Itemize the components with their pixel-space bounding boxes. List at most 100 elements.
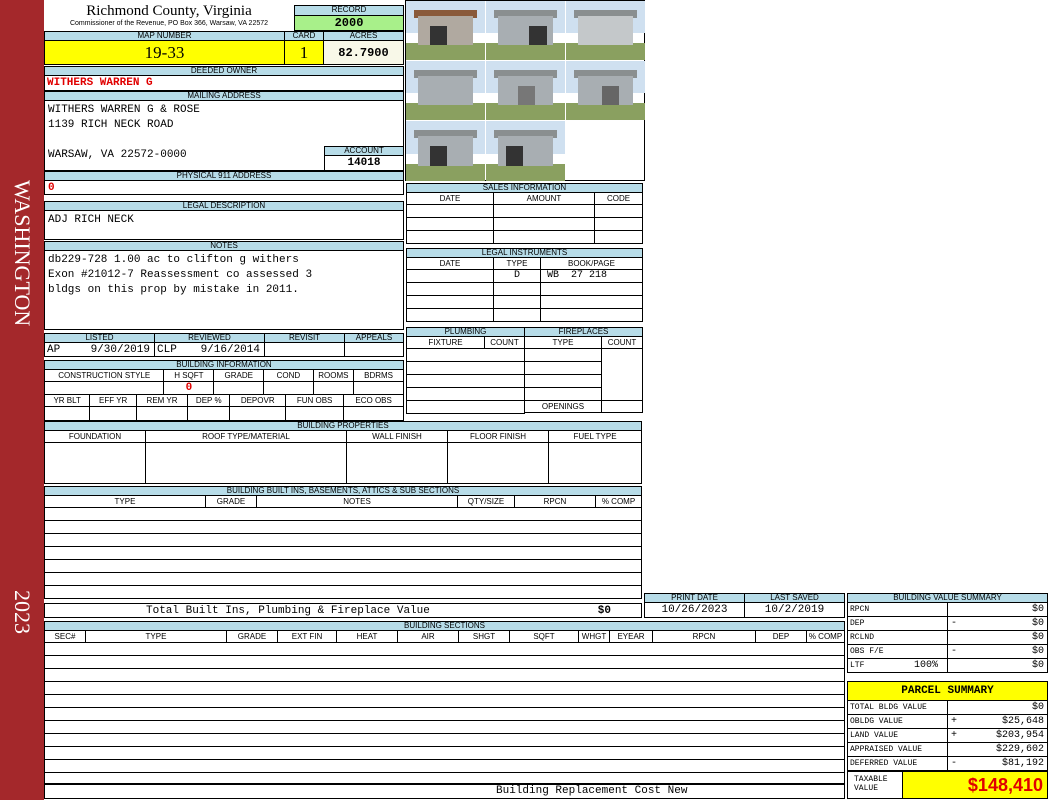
col-fixture: FIXTURE	[406, 336, 485, 349]
summary-row-value-cell: - $0	[947, 616, 1048, 631]
col-sec-shgt: SHGT	[458, 630, 510, 643]
property-photo[interactable]	[486, 1, 565, 60]
parcel-summary-title: PARCEL SUMMARY	[847, 681, 1048, 701]
year-label: 2023	[10, 590, 35, 634]
listed-value: AP 9/30/2019	[44, 342, 155, 357]
col-sale-code: CODE	[594, 192, 643, 205]
summary-row: RPCN $0	[847, 602, 1048, 617]
summary-row-label: LAND VALUE	[847, 728, 948, 743]
legal-description-value: ADJ RICH NECK	[44, 210, 404, 240]
building-info-table: CONSTRUCTION STYLE H SQFT GRADE COND ROO…	[43, 369, 404, 395]
county-title: Richmond County, Virginia	[86, 3, 252, 19]
col-sec-num: SEC#	[44, 630, 86, 643]
col-sec-comp: % COMP	[806, 630, 845, 643]
summary-row-label: DEP	[847, 616, 948, 631]
col-sec-type: TYPE	[85, 630, 227, 643]
revisit-value	[264, 342, 345, 357]
reviewed-by: CLP	[157, 344, 177, 356]
col-inst-type: TYPE	[493, 257, 541, 270]
col-fireplace-count: COUNT	[601, 336, 643, 349]
summary-row-value-cell: - $0	[947, 644, 1048, 659]
parcel-summary-table: TOTAL BLDG VALUE $0 OBLDG VALUE + $25,648 LAN…	[847, 700, 1048, 771]
summary-row-value-cell: + $203,954	[947, 728, 1048, 743]
summary-row: LAND VALUE + $203,954	[847, 728, 1048, 743]
summary-row-value: $0	[1031, 660, 1044, 671]
summary-row-label: OBS F/E	[847, 644, 948, 659]
summary-row-sign: -	[951, 758, 958, 769]
replacement-cost-label: Building Replacement Cost New	[496, 785, 688, 797]
col-cond: COND	[263, 369, 314, 382]
properties-table: FOUNDATION ROOF TYPE/MATERIAL WALL FINIS…	[44, 430, 642, 484]
openings-label: OPENINGS	[524, 400, 602, 413]
col-bi-qty: QTY/SIZE	[457, 495, 515, 508]
col-bi-grade: GRADE	[205, 495, 257, 508]
district-label: WASHINGTON	[10, 180, 35, 327]
summary-row: DEP - $0	[847, 616, 1048, 631]
appeals-value	[344, 342, 404, 357]
sidebar-band	[0, 0, 44, 800]
col-bi-rpcn: RPCN	[514, 495, 596, 508]
col-sec-air: AIR	[397, 630, 459, 643]
summary-row-sign: -	[951, 618, 958, 629]
instruments-table: DATE TYPE BOOK/PAGE D WB 27 218	[406, 257, 643, 322]
county-header: Richmond County, Virginia Commissioner o…	[44, 4, 294, 30]
listed-date: 9/30/2019	[90, 344, 150, 356]
taxable-label-1: TAXABLE	[854, 775, 888, 784]
instrument-book: WB	[547, 270, 560, 281]
value-summary-table: RPCN $0 DEP - $0 RCLND $0 OBS F/E - $0 LTF 100% $0	[847, 602, 1048, 674]
col-inst-date: DATE	[406, 257, 494, 270]
summary-row-value: $0	[1031, 702, 1044, 713]
summary-row-label: TOTAL BLDG VALUE	[847, 700, 948, 715]
built-ins-total-label: Total Built Ins, Plumbing & Fireplace Va…	[146, 605, 430, 617]
summary-row-value: $81,192	[1001, 758, 1044, 769]
building-age-table: YR BLT EFF YR REM YR DEP % DEPOVR FUN OB…	[43, 394, 404, 421]
col-floor-finish: FLOOR FINISH	[447, 430, 549, 443]
summary-row: RCLND $0	[847, 630, 1048, 645]
property-photo[interactable]	[566, 61, 645, 120]
summary-row-value-cell: - $81,192	[947, 756, 1048, 771]
photo-gallery	[405, 0, 645, 181]
summary-row-value: $0	[1031, 618, 1044, 629]
sales-table: DATE AMOUNT CODE	[406, 192, 643, 244]
summary-row-value-cell: $0	[947, 700, 1048, 715]
summary-row: LTF 100% $0	[847, 658, 1048, 673]
built-ins-total-value: $0	[597, 605, 611, 617]
summary-row: DEFERRED VALUE - $81,192	[847, 756, 1048, 771]
summary-row-value-cell: $0	[947, 630, 1048, 645]
col-sec-heat: HEAT	[336, 630, 398, 643]
fireplaces-table: TYPE COUNT OPENINGS	[524, 336, 643, 413]
summary-row-label: OBLDG VALUE	[847, 714, 948, 729]
property-photo[interactable]	[566, 1, 645, 60]
col-dep-pct: DEP %	[187, 394, 231, 407]
summary-row-value-cell: $229,602	[947, 742, 1048, 757]
commissioner-address: Commissioner of the Revenue, PO Box 366,…	[69, 20, 269, 27]
deeded-owner-value: WITHERS WARREN G	[44, 75, 404, 91]
built-ins-table: TYPE GRADE NOTES QTY/SIZE RPCN % COMP	[44, 495, 642, 599]
property-photo[interactable]	[486, 61, 565, 120]
hsqft-value: 0	[163, 381, 215, 395]
summary-row-label: DEFERRED VALUE	[847, 756, 948, 771]
summary-row-value: $203,954	[995, 730, 1044, 741]
col-bi-comp: % COMP	[595, 495, 642, 508]
notes-box: db229-728 1.00 ac to clifton g withers E…	[44, 250, 404, 330]
property-photo[interactable]	[406, 1, 485, 60]
summary-row-sign: -	[951, 646, 958, 657]
taxable-label-2: VALUE	[854, 784, 879, 793]
col-sale-date: DATE	[406, 192, 494, 205]
notes-line-1: db229-728 1.00 ac to clifton g withers	[48, 254, 299, 266]
summary-row-label: RPCN	[847, 602, 948, 617]
instrument-page: 27 218	[571, 270, 608, 281]
col-sec-rpcn: RPCN	[652, 630, 756, 643]
summary-row: TOTAL BLDG VALUE $0	[847, 700, 1048, 715]
property-photo[interactable]	[406, 121, 485, 181]
col-fun-obs: FUN OBS	[284, 394, 345, 407]
taxable-label-cell: TAXABLE VALUE	[847, 771, 903, 799]
record-value: 2000	[294, 15, 404, 31]
taxable-value: $148,410	[902, 771, 1048, 799]
notes-line-2: Exon #21012-7 Reassessment co assessed 3	[48, 269, 313, 281]
acres-value: 82.7900	[323, 40, 404, 65]
summary-row-value-cell: $0	[947, 602, 1048, 617]
property-photo[interactable]	[406, 61, 485, 120]
property-photo[interactable]	[486, 121, 565, 181]
col-roof: ROOF TYPE/MATERIAL	[145, 430, 347, 443]
